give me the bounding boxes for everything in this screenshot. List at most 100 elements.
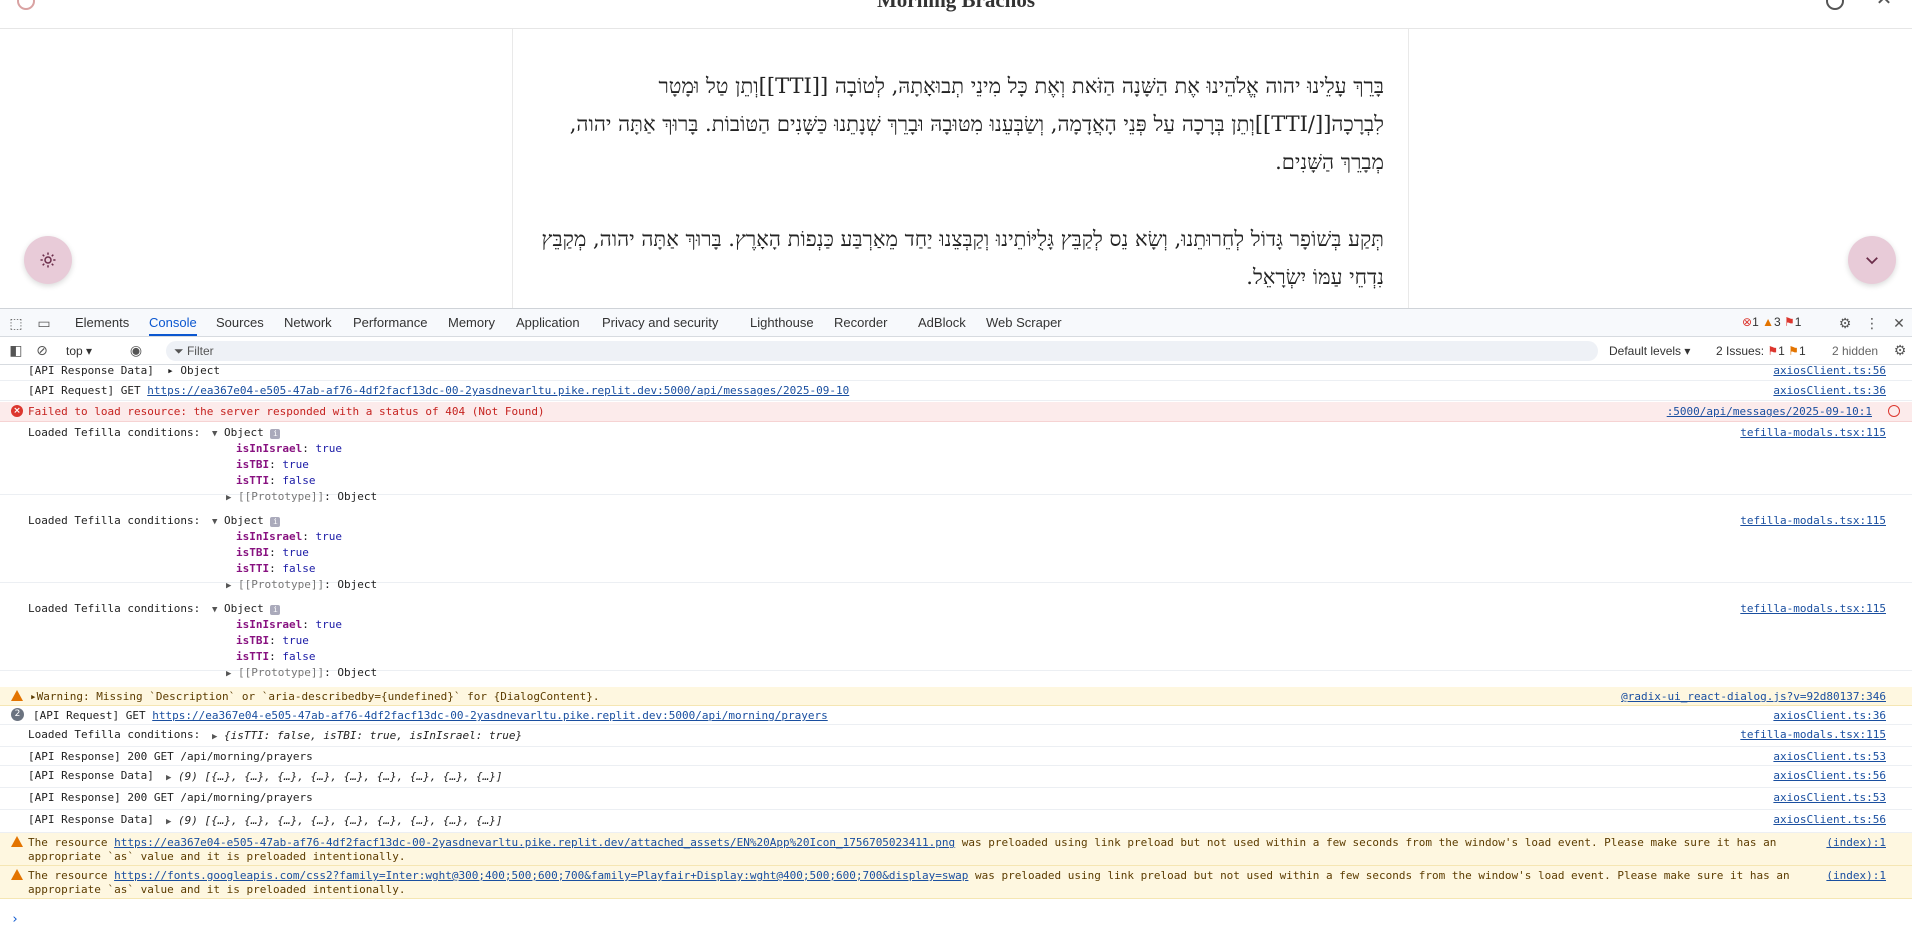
property-value: true: [315, 618, 342, 631]
settings-button[interactable]: [24, 236, 72, 284]
tab-adblock[interactable]: AdBlock: [918, 309, 966, 336]
message-source-link[interactable]: (index):1: [1826, 868, 1886, 883]
prototype-row[interactable]: ▶ [[Prototype]]: Object: [226, 665, 377, 682]
message-counts[interactable]: ⊗1 ▲3 ⚑1: [1742, 309, 1801, 336]
console-message: Loaded Tefilla conditions: ▼ Object i is…: [0, 423, 1912, 503]
message-source-link[interactable]: tefilla-modals.tsx:115: [1740, 513, 1886, 528]
console-warning: The resource https://fonts.googleapis.co…: [0, 866, 1912, 899]
more-options-icon[interactable]: ⋮: [1864, 315, 1880, 331]
scroll-down-button[interactable]: [1848, 236, 1896, 284]
message-source-link[interactable]: axiosClient.ts:53: [1773, 749, 1886, 764]
message-source-link[interactable]: axiosClient.ts:36: [1773, 383, 1886, 398]
message-source-link[interactable]: :5000/api/messages/2025-09-10:1: [1667, 404, 1872, 419]
message-source-link[interactable]: axiosClient.ts:36: [1773, 708, 1886, 723]
message-source-link[interactable]: tefilla-modals.tsx:115: [1740, 601, 1886, 616]
message-text: [API Request] GET https://ea367e04-e505-…: [28, 383, 849, 398]
message-source-link[interactable]: axiosClient.ts:56: [1773, 768, 1886, 783]
array-preview[interactable]: ▶ (9) [{…}, {…}, {…}, {…}, {…}, {…}, {…}…: [166, 813, 503, 830]
repeat-count-badge: 2: [11, 708, 24, 721]
warning-count: 3: [1773, 315, 1781, 329]
tab-memory[interactable]: Memory: [448, 309, 495, 336]
warning-icon: [11, 690, 23, 701]
tab-network[interactable]: Network: [284, 309, 332, 336]
tab-lighthouse[interactable]: Lighthouse: [750, 309, 814, 336]
tab-privacy-security[interactable]: Privacy and security: [602, 309, 718, 336]
warning-icon: [11, 869, 23, 880]
prototype-row[interactable]: ▶ [[Prototype]]: Object: [226, 577, 377, 594]
device-toolbar-icon[interactable]: ▭: [36, 315, 52, 331]
message-source-link[interactable]: (index):1: [1826, 835, 1886, 850]
close-icon[interactable]: ✕: [1891, 315, 1907, 331]
object-property: isTTI: false: [236, 650, 316, 663]
object-type: Object: [224, 602, 264, 615]
console-messages: [API Response Data] ▸ Object axiosClient…: [0, 365, 1912, 932]
close-icon[interactable]: ✕: [1875, 0, 1893, 9]
message-suffix: was preloaded using link preload but not…: [968, 869, 1790, 882]
request-url-link[interactable]: https://ea367e04-e505-47ab-af76-4df2facf…: [147, 384, 849, 397]
issue-info-icon: ⚑: [1788, 344, 1799, 358]
eye-icon[interactable]: ◉: [128, 342, 144, 358]
message-text: [API Response Data] ▸ Object: [28, 365, 221, 377]
message-text: The resource https://fonts.googleapis.co…: [28, 868, 1790, 883]
message-source-link[interactable]: axiosClient.ts:56: [1773, 365, 1886, 378]
console-message: Loaded Tefilla conditions: ▼ Object i is…: [0, 599, 1912, 679]
prayer-paragraph: תְּקַע בְּשׁוֹפָר גָּדוֹל לְחֵרוּתֵנוּ, …: [541, 227, 1384, 289]
prototype-key: [[Prototype]]: [238, 578, 325, 591]
gear-icon[interactable]: ⚙: [1837, 315, 1853, 331]
inspect-element-icon[interactable]: ⬚: [8, 315, 24, 331]
object-property: isTTI: false: [236, 474, 316, 487]
tab-web-scraper[interactable]: Web Scraper: [986, 309, 1062, 336]
tab-console[interactable]: Console: [149, 309, 197, 336]
message-text: Failed to load resource: the server resp…: [28, 405, 545, 418]
issue-info-count: 1: [1798, 344, 1806, 358]
object-header[interactable]: ▼ Object i: [212, 513, 281, 530]
message-prefix: The resource: [28, 836, 115, 849]
console-message: [API Response Data] ▶ (9) [{…}, {…}, {…}…: [0, 810, 1912, 833]
context-select[interactable]: top ▾: [66, 342, 92, 360]
property-key: isTBI: [236, 546, 270, 559]
property-value: true: [282, 458, 309, 471]
clear-console-icon[interactable]: ⊘: [34, 342, 50, 358]
sidebar-toggle-icon[interactable]: ◧: [8, 342, 24, 358]
resource-url-link[interactable]: https://ea367e04-e505-47ab-af76-4df2facf…: [114, 836, 955, 849]
message-source-link[interactable]: @radix-ui_react-dialog.js?v=92d80137:346: [1621, 689, 1886, 704]
tab-sources[interactable]: Sources: [216, 309, 264, 336]
console-message: 2 [API Request] GET https://ea367e04-e50…: [0, 706, 1912, 725]
object-property: isInIsrael: true: [236, 618, 342, 631]
log-levels-dropdown[interactable]: Default levels ▾: [1609, 342, 1690, 360]
issues-label: 2 Issues:: [1716, 344, 1765, 358]
gear-icon: [40, 252, 56, 268]
network-icon[interactable]: [1888, 405, 1900, 417]
issues-button[interactable]: 2 Issues: ⚑1 ⚑1: [1716, 342, 1806, 360]
object-header[interactable]: ▼ Object i: [212, 601, 281, 618]
console-prompt[interactable]: ›: [11, 912, 19, 927]
tab-elements[interactable]: Elements: [75, 309, 129, 336]
tab-recorder[interactable]: Recorder: [834, 309, 887, 336]
prototype-value: : Object: [324, 578, 378, 591]
tab-application[interactable]: Application: [516, 309, 580, 336]
resource-url-link[interactable]: https://fonts.googleapis.com/css2?family…: [114, 869, 968, 882]
tab-performance[interactable]: Performance: [353, 309, 427, 336]
console-toolbar: ◧ ⊘ top ▾ ◉ ⏷ Filter Default levels ▾ 2 …: [0, 337, 1912, 365]
message-text[interactable]: ▸Warning: Missing `Description` or `aria…: [30, 689, 600, 704]
property-key: isTTI: [236, 650, 270, 663]
message-source-link[interactable]: axiosClient.ts:53: [1773, 790, 1886, 805]
message-prefix: [API Request] GET: [28, 384, 148, 397]
prototype-row[interactable]: ▶ [[Prototype]]: Object: [226, 489, 377, 506]
request-url-link[interactable]: https://ea367e04-e505-47ab-af76-4df2facf…: [152, 709, 828, 722]
devtools-tabbar: ⬚ ▭ Elements Console Sources Network Per…: [0, 309, 1912, 337]
object-preview[interactable]: ▶ {isTTI: false, isTBI: true, isInIsrael…: [212, 728, 522, 745]
message-source-link[interactable]: tefilla-modals.tsx:115: [1740, 727, 1886, 742]
property-key: isInIsrael: [236, 618, 303, 631]
message-source-link[interactable]: axiosClient.ts:56: [1773, 812, 1886, 827]
filter-input[interactable]: ⏷ Filter: [166, 341, 1598, 361]
message-text-continued: appropriate `as` value and it is preload…: [28, 883, 406, 896]
object-header[interactable]: ▼ Object i: [212, 425, 281, 442]
message-source-link[interactable]: tefilla-modals.tsx:115: [1740, 425, 1886, 440]
console-message: Loaded Tefilla conditions: ▶ {isTTI: fal…: [0, 725, 1912, 747]
property-value: true: [282, 634, 309, 647]
console-settings-icon[interactable]: ⚙: [1892, 342, 1908, 358]
console-message: [API Request] GET https://ea367e04-e505-…: [0, 381, 1912, 401]
array-preview[interactable]: ▶ (9) [{…}, {…}, {…}, {…}, {…}, {…}, {…}…: [166, 769, 503, 786]
message-text: [API Response] 200 GET /api/morning/pray…: [28, 750, 313, 763]
